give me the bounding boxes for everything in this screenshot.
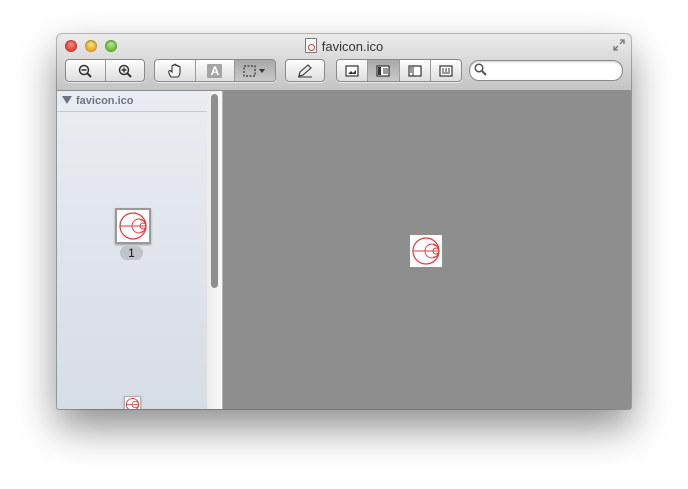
toc-view-button[interactable] — [400, 60, 431, 81]
content-view-icon — [345, 64, 359, 77]
rect-select-tool-button[interactable] — [235, 60, 275, 81]
text-select-icon: A — [207, 63, 223, 78]
tools-button-group: A — [154, 59, 276, 82]
zoom-in-button[interactable] — [106, 60, 145, 81]
smith-chart-icon — [412, 237, 440, 265]
pencil-icon — [298, 63, 312, 77]
move-tool-button[interactable] — [155, 60, 196, 81]
text-tool-button[interactable]: A — [196, 60, 236, 81]
annotate-button-group — [285, 59, 325, 82]
magnifier-minus-icon — [79, 64, 92, 78]
contact-sheet-icon — [439, 64, 453, 77]
window-title-area: favicon.ico — [57, 38, 631, 54]
window-title: favicon.ico — [321, 39, 384, 54]
page-thumbnail-1[interactable] — [115, 208, 151, 244]
magnifier-plus-icon — [118, 64, 132, 78]
preview-window: favicon.ico A favicon.ico 1 — [57, 34, 631, 409]
document-icon[interactable] — [304, 38, 317, 53]
thumbnails-view-button[interactable] — [368, 60, 400, 81]
scrollbar-thumb[interactable] — [211, 94, 218, 288]
zoom-button-group — [65, 59, 145, 82]
zoom-out-button[interactable] — [66, 60, 106, 81]
content-only-view-button[interactable] — [337, 60, 369, 81]
page-number-1: 1 — [120, 246, 143, 260]
smith-chart-icon — [119, 212, 147, 240]
search-icon — [474, 63, 487, 76]
sidebar: favicon.ico 1 2 — [57, 91, 223, 409]
search-input[interactable] — [490, 62, 618, 79]
thumbnails-view-icon — [376, 64, 390, 77]
toc-view-icon — [408, 64, 422, 77]
titlebar[interactable]: favicon.ico A — [57, 34, 631, 91]
hand-icon — [167, 63, 181, 78]
sidebar-header[interactable]: favicon.ico — [57, 91, 207, 112]
view-button-group — [336, 59, 462, 82]
sidebar-scrollbar[interactable] — [207, 91, 222, 409]
rect-select-icon — [243, 64, 266, 77]
disclosure-triangle-icon[interactable] — [62, 96, 72, 104]
annotate-button[interactable] — [286, 60, 324, 81]
page-thumbnail-2[interactable] — [124, 396, 141, 409]
smith-chart-icon — [125, 397, 140, 409]
contact-sheet-view-button[interactable] — [431, 60, 461, 81]
page-image[interactable] — [410, 235, 442, 267]
sidebar-document-name: favicon.ico — [76, 95, 134, 107]
fullscreen-icon[interactable] — [613, 39, 625, 51]
document-view[interactable] — [223, 91, 631, 409]
search-field[interactable] — [469, 60, 623, 81]
